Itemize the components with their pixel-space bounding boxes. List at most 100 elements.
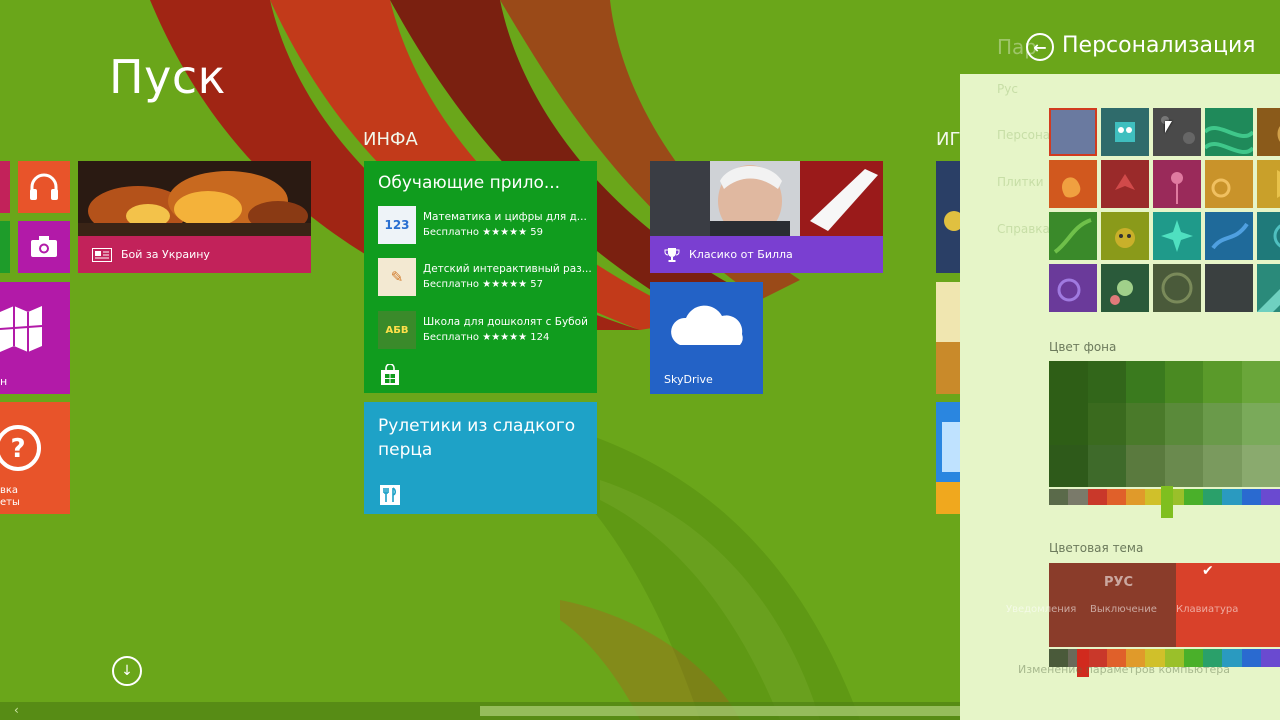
background-pattern-grid [1049, 108, 1280, 312]
skydrive-tile[interactable]: SkyDrive [650, 282, 763, 394]
help-tile[interactable]: ? вка еты [0, 402, 70, 514]
color-swatch[interactable] [1087, 361, 1126, 403]
ghost-bar-item: Уведомления [1006, 604, 1077, 615]
pattern-option[interactable] [1257, 108, 1280, 156]
pattern-option[interactable] [1049, 264, 1097, 312]
news-tile-label: Бой за Украину [121, 248, 210, 261]
color-swatch[interactable] [1241, 403, 1280, 445]
pattern-option[interactable] [1153, 264, 1201, 312]
app-thumb-kids: ✎ [378, 258, 416, 296]
bg-hue-marker[interactable] [1161, 486, 1173, 518]
pattern-option[interactable] [1101, 108, 1149, 156]
group-label-games[interactable]: ИГ [936, 129, 960, 150]
app-thumb-math: 123 [378, 206, 416, 244]
color-swatch[interactable] [1203, 403, 1242, 445]
sport-tile-label: Класико от Билла [689, 248, 793, 261]
store-app-row[interactable]: ✎ Детский интерактивный раз... Бесплатно… [378, 257, 592, 297]
pattern-option[interactable] [1257, 212, 1280, 260]
skydrive-tile-label: SkyDrive [664, 373, 713, 386]
game-tile-partial-3[interactable] [936, 402, 960, 514]
pattern-option[interactable] [1153, 160, 1201, 208]
color-swatch[interactable] [1164, 361, 1203, 403]
pattern-option[interactable] [1049, 212, 1097, 260]
pattern-option[interactable] [1257, 160, 1280, 208]
store-app-row[interactable]: 123 Математика и цифры для д... Бесплатн… [378, 205, 587, 245]
app-rating: Бесплатно ★★★★★ 124 [423, 332, 550, 343]
color-swatch[interactable] [1087, 445, 1126, 487]
accent-color-preview[interactable]: ✔ [1049, 563, 1280, 647]
pattern-option[interactable] [1101, 160, 1149, 208]
scroll-left-icon[interactable]: ‹ [14, 703, 19, 717]
app-rating: Бесплатно ★★★★★ 57 [423, 279, 543, 290]
start-title: Пуск [109, 50, 226, 104]
pattern-option[interactable] [1101, 212, 1149, 260]
color-swatch[interactable] [1241, 361, 1280, 403]
color-swatch[interactable] [1126, 445, 1165, 487]
color-swatch[interactable] [1049, 445, 1088, 487]
app-rating: Бесплатно ★★★★★ 59 [423, 227, 543, 238]
sport-tile-strip: Класико от Билла [650, 236, 883, 273]
camera-icon [31, 236, 57, 257]
food-tile-recipes[interactable]: Рулетики из сладкого перца [364, 402, 597, 514]
pattern-option[interactable] [1153, 108, 1201, 156]
help-tile-label-2: еты [0, 497, 20, 508]
color-swatch[interactable] [1126, 361, 1165, 403]
color-swatch[interactable] [1087, 403, 1126, 445]
color-swatch[interactable] [1049, 361, 1088, 403]
color-swatch[interactable] [1203, 445, 1242, 487]
game-tile-partial-1[interactable] [936, 161, 960, 273]
maps-tile-label: н [0, 375, 8, 388]
app-thumb-school: АБВ [378, 311, 416, 349]
pattern-option[interactable] [1205, 108, 1253, 156]
color-swatch[interactable] [1049, 403, 1088, 445]
check-icon: ✔ [1202, 563, 1214, 579]
arrow-down-icon: ↓ [121, 663, 133, 679]
ghost-item: Рус [997, 82, 1018, 96]
ghost-item: Плитки [997, 175, 1044, 189]
pattern-option[interactable] [1205, 160, 1253, 208]
music-tile[interactable] [18, 161, 70, 213]
help-tile-label-1: вка [0, 485, 19, 496]
color-swatch[interactable] [1164, 445, 1203, 487]
ghost-footer: Изменение параметров компьютера [1018, 663, 1231, 676]
color-swatch[interactable] [1164, 403, 1203, 445]
game-tile-partial-2[interactable] [936, 282, 960, 394]
pattern-option[interactable] [1153, 212, 1201, 260]
back-button[interactable]: ← [1026, 33, 1054, 61]
store-tile[interactable]: Обучающие прило... 123 Математика и цифр… [364, 161, 597, 393]
horizontal-scrollbar[interactable]: ‹ [0, 702, 960, 720]
game-art [936, 282, 960, 394]
pattern-option[interactable] [1205, 212, 1253, 260]
bg-color-swatches [1049, 361, 1280, 487]
panel-header: Пар ← Персонализация [960, 0, 1280, 74]
news-tile-ukraine[interactable]: Бой за Украину [78, 161, 311, 273]
ghost-bar-item: Выключение [1090, 604, 1157, 615]
pattern-option[interactable] [1205, 264, 1253, 312]
maps-tile[interactable]: н [0, 282, 70, 394]
pattern-option[interactable] [1101, 264, 1149, 312]
color-swatch[interactable] [1203, 361, 1242, 403]
store-app-row[interactable]: АБВ Школа для дошколят с Бубой Бесплатно… [378, 310, 588, 350]
pattern-option[interactable] [1049, 108, 1097, 156]
map-icon [0, 306, 43, 352]
partial-tile-left-mid[interactable] [0, 221, 10, 273]
camera-tile[interactable] [18, 221, 70, 273]
ghost-rus-label: РУС [1104, 575, 1134, 590]
pattern-option[interactable] [1049, 160, 1097, 208]
color-swatch[interactable] [1126, 403, 1165, 445]
pattern-option[interactable] [1257, 264, 1280, 312]
theme-color-label: Цветовая тема [1049, 541, 1144, 555]
partial-tile-left-top[interactable] [0, 161, 10, 213]
news-tile-strip: Бой за Украину [78, 236, 311, 273]
all-apps-down-arrow-button[interactable]: ↓ [112, 656, 142, 686]
scrollbar-thumb[interactable] [480, 706, 960, 716]
fork-knife-icon [380, 485, 400, 505]
store-heading: Обучающие прило... [378, 173, 561, 193]
ghost-item: Справка [997, 222, 1050, 236]
app-name: Математика и цифры для д... [423, 211, 587, 223]
store-bag-icon [381, 364, 399, 385]
color-swatch[interactable] [1241, 445, 1280, 487]
group-label-info[interactable]: ИНФА [363, 129, 418, 150]
sport-photo [650, 161, 883, 236]
sport-tile[interactable]: Класико от Билла [650, 161, 883, 273]
